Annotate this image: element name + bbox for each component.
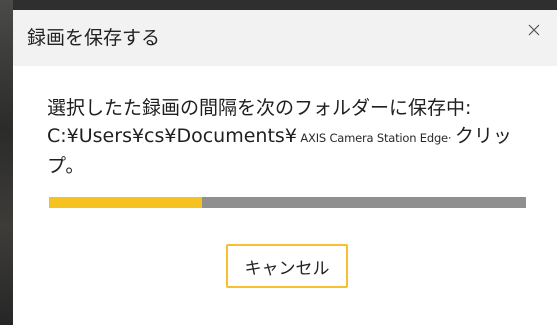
message-line-1: 選択したた録画の間隔を次のフォルダーに保存中:	[47, 97, 472, 119]
dialog-title-bar: 録画を保存する	[13, 10, 557, 66]
message-line-3: プ。	[47, 155, 85, 177]
progress-message: 選択したた録画の間隔を次のフォルダーに保存中: C:¥Users¥cs¥Docu…	[47, 94, 537, 180]
message-line-path: C:¥Users¥cs¥Documents¥ AXIS Camera Stati…	[47, 122, 537, 152]
cancel-button[interactable]: キャンセル	[226, 244, 348, 288]
close-icon	[528, 24, 540, 36]
message-path-folder: AXIS Camera Station Edge·	[296, 131, 455, 145]
close-button[interactable]	[511, 10, 557, 50]
background-video-edge	[0, 0, 13, 325]
message-path-suffix: クリッ	[454, 125, 512, 147]
save-progress-bar	[49, 197, 526, 208]
save-recording-dialog: 録画を保存する 選択したた録画の間隔を次のフォルダーに保存中: C:¥Users…	[13, 10, 557, 325]
dialog-title: 録画を保存する	[27, 27, 161, 49]
save-progress-fill	[49, 197, 202, 208]
message-path-prefix: C:¥Users¥cs¥Documents¥	[47, 125, 297, 147]
